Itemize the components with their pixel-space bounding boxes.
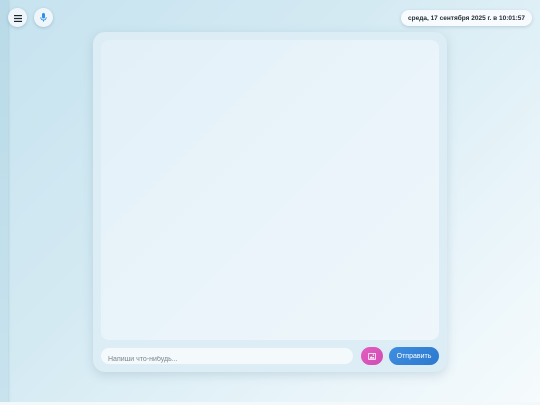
left-sidebar-edge <box>0 0 8 405</box>
microphone-icon <box>40 9 47 27</box>
send-button[interactable]: Отправить <box>389 347 439 365</box>
chat-panel: Отправить <box>93 32 447 372</box>
datetime-display: среда, 17 сентября 2025 г. в 10:01:57 <box>401 10 532 26</box>
message-input-wrapper <box>101 348 353 368</box>
attach-image-button[interactable] <box>361 347 383 365</box>
menu-button[interactable] <box>8 8 27 27</box>
message-area[interactable] <box>101 40 439 340</box>
message-input[interactable] <box>101 351 353 368</box>
hamburger-menu-icon <box>13 9 22 27</box>
image-icon <box>368 347 376 365</box>
microphone-button[interactable] <box>34 8 53 27</box>
